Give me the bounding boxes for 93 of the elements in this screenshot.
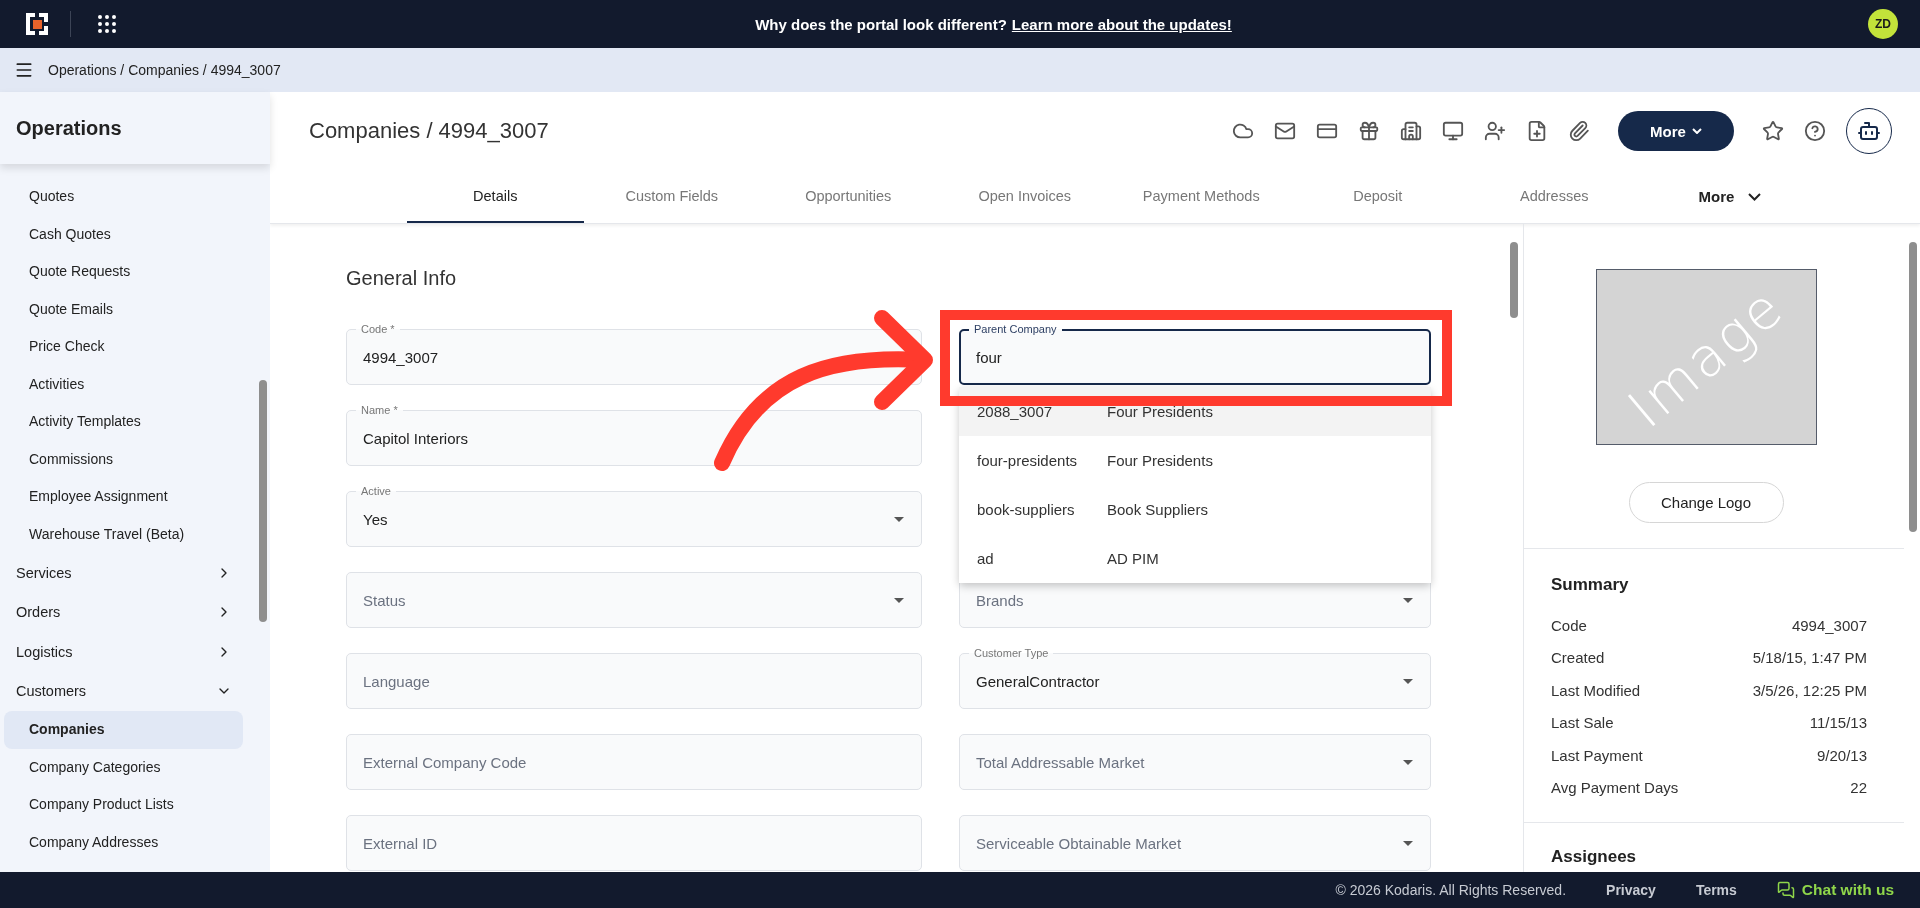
user-avatar[interactable]: ZD bbox=[1868, 9, 1898, 39]
field-label: Name * bbox=[356, 403, 403, 417]
caret-icon bbox=[1403, 841, 1413, 846]
building-icon[interactable] bbox=[1400, 120, 1422, 142]
sidebar-item[interactable]: Commissions bbox=[4, 440, 243, 478]
apps-grid-icon[interactable] bbox=[95, 12, 119, 36]
summary-value: 22 bbox=[1850, 779, 1867, 797]
assignees-title: Assignees bbox=[1551, 847, 1638, 867]
summary-label: Last Sale bbox=[1551, 714, 1614, 732]
caret-icon bbox=[1403, 598, 1413, 603]
summary-label: Code bbox=[1551, 616, 1587, 634]
select-field[interactable]: Total Addressable Market bbox=[959, 734, 1431, 790]
sidebar-group[interactable]: Customers bbox=[4, 671, 254, 711]
caret-icon bbox=[894, 517, 904, 522]
paperclip-icon[interactable] bbox=[1568, 120, 1590, 142]
banner-text: Why does the portal look different? bbox=[755, 15, 1007, 33]
suggestion-item[interactable]: book-suppliers Book Suppliers bbox=[959, 485, 1431, 534]
sidebar-item[interactable]: Quote Emails bbox=[4, 290, 243, 328]
suggestion-item[interactable]: ad AD PIM bbox=[959, 534, 1431, 583]
select-field[interactable]: Status bbox=[346, 572, 922, 628]
sidebar-item[interactable]: Company Categories bbox=[4, 748, 243, 786]
summary-label: Last Payment bbox=[1551, 746, 1643, 764]
tab[interactable]: Payment Methods bbox=[1113, 170, 1290, 223]
sidebar-group[interactable]: Orders bbox=[4, 592, 254, 632]
tab[interactable]: Addresses bbox=[1466, 170, 1643, 223]
caret-icon bbox=[1403, 760, 1413, 765]
sidebar-item[interactable]: Companies bbox=[4, 711, 243, 749]
scrollbar-thumb[interactable] bbox=[259, 380, 267, 622]
chat-link[interactable]: Chat with us bbox=[1776, 881, 1894, 899]
sidebar-item[interactable]: Warehouse Travel (Beta) bbox=[4, 515, 243, 553]
field-label: Customer Type bbox=[969, 646, 1054, 660]
select-field[interactable]: Serviceable Obtainable Market bbox=[959, 815, 1431, 871]
summary-value: 3/5/26, 12:25 PM bbox=[1752, 681, 1867, 699]
sidebar-item[interactable]: Quotes bbox=[4, 178, 243, 216]
change-logo-button[interactable]: Change Logo bbox=[1628, 482, 1784, 523]
sidebar-item[interactable]: Employee Assignment bbox=[4, 478, 243, 516]
banner-link[interactable]: Learn more about the updates! bbox=[1011, 15, 1232, 33]
tab[interactable]: Open Invoices bbox=[936, 170, 1113, 223]
robot-icon bbox=[1857, 119, 1881, 143]
sidebar-title: Operations bbox=[0, 92, 270, 164]
section-title: General Info bbox=[346, 266, 458, 291]
star-icon[interactable] bbox=[1762, 120, 1784, 142]
summary-label: Avg Payment Days bbox=[1551, 779, 1679, 797]
menu-icon[interactable] bbox=[14, 60, 34, 80]
sidebar-item[interactable]: Company Product Lists bbox=[4, 786, 243, 824]
chevron-down-icon bbox=[1748, 192, 1762, 201]
copyright-text: © 2026 Kodaris. All Rights Reserved. bbox=[1335, 882, 1567, 898]
sidebar-item[interactable]: Activities bbox=[4, 365, 243, 403]
page-title: Companies / 4994_3007 bbox=[309, 118, 550, 144]
sidebar-item[interactable]: Activity Templates bbox=[4, 403, 243, 441]
sidebar-group[interactable]: Logistics bbox=[4, 632, 254, 672]
sidebar-item[interactable]: Company Addresses bbox=[4, 823, 243, 861]
robot-button[interactable] bbox=[1846, 108, 1892, 154]
tab[interactable]: Deposit bbox=[1289, 170, 1466, 223]
scrollbar-thumb[interactable] bbox=[1909, 242, 1917, 532]
sidebar-group[interactable]: Services bbox=[4, 553, 254, 593]
logo[interactable] bbox=[24, 11, 50, 37]
summary-label: Created bbox=[1551, 649, 1605, 667]
mail-icon[interactable] bbox=[1274, 120, 1296, 142]
scrollbar-thumb[interactable] bbox=[1510, 242, 1518, 318]
file-plus-icon[interactable] bbox=[1526, 120, 1548, 142]
sidebar-item[interactable]: Quote Requests bbox=[4, 253, 243, 291]
caret-icon bbox=[894, 598, 904, 603]
summary-value: 11/15/13 bbox=[1809, 714, 1867, 732]
summary-value: 9/20/13 bbox=[1816, 746, 1867, 764]
field-label: Parent Company bbox=[969, 322, 1062, 336]
input-field[interactable]: External Company Code bbox=[346, 734, 922, 790]
sidebar-item[interactable]: Price Check bbox=[4, 328, 243, 366]
input-field[interactable]: Language bbox=[346, 653, 922, 709]
input-field[interactable]: External ID bbox=[346, 815, 922, 871]
tab[interactable]: Opportunities bbox=[760, 170, 937, 223]
summary-title: Summary bbox=[1551, 575, 1630, 595]
footer-link[interactable]: Terms bbox=[1695, 882, 1737, 898]
breadcrumb: Operations / Companies / 4994_3007 bbox=[48, 62, 281, 78]
user-plus-icon[interactable] bbox=[1484, 120, 1506, 142]
tab[interactable]: Custom Fields bbox=[583, 170, 760, 223]
caret-icon bbox=[1403, 679, 1413, 684]
more-tab[interactable]: More bbox=[1692, 170, 1768, 223]
field-label: Active bbox=[356, 484, 396, 498]
chevron-down-icon bbox=[1691, 128, 1702, 134]
chat-icon bbox=[1776, 881, 1795, 899]
field-label: Code * bbox=[356, 322, 400, 336]
summary-label: Last Modified bbox=[1551, 681, 1641, 699]
footer-link[interactable]: Privacy bbox=[1606, 882, 1656, 898]
gift-icon[interactable] bbox=[1358, 120, 1380, 142]
suggestion-item[interactable]: four-presidents Four Presidents bbox=[959, 436, 1431, 485]
summary-value: 5/18/15, 1:47 PM bbox=[1752, 649, 1867, 667]
sidebar-item[interactable]: Cash Quotes bbox=[4, 215, 243, 253]
tab[interactable]: Details bbox=[407, 170, 584, 223]
more-button[interactable]: More bbox=[1618, 111, 1734, 151]
summary-value: 4994_3007 bbox=[1791, 616, 1867, 634]
monitor-icon[interactable] bbox=[1442, 120, 1464, 142]
help-icon[interactable] bbox=[1804, 120, 1826, 142]
